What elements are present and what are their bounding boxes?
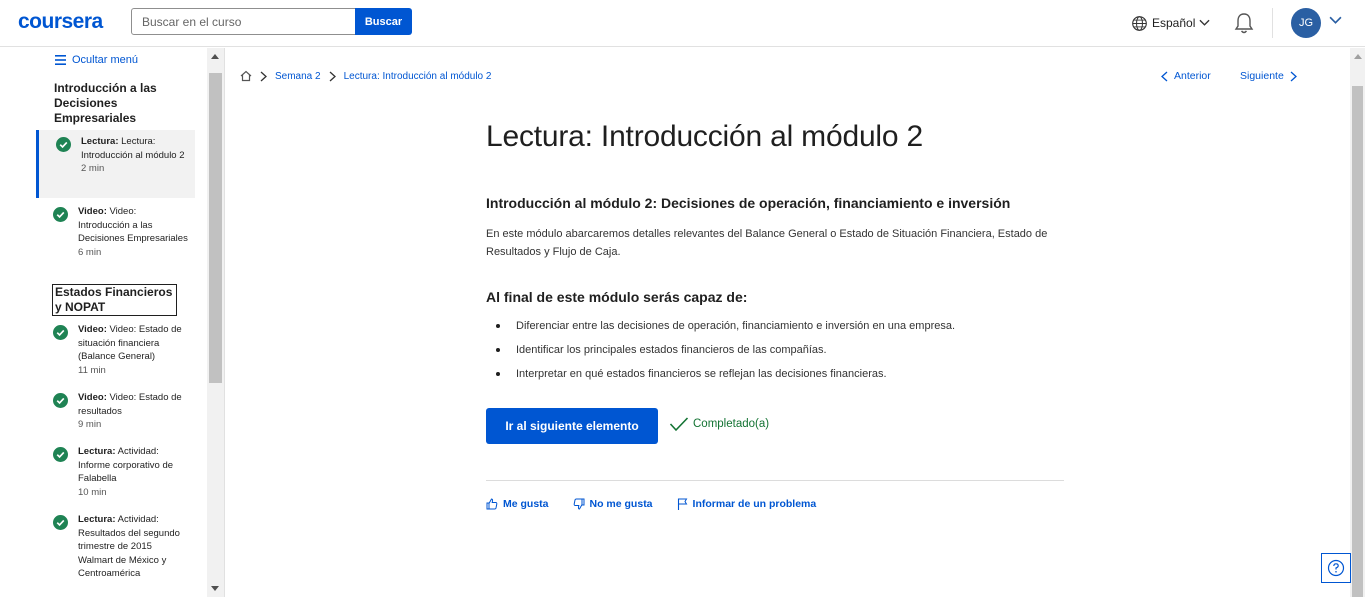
sidebar-item-actividad-walmart[interactable]: Lectura: Actividad: Resultados del segun… [36,508,195,597]
avatar-initials: JG [1298,17,1314,29]
sidebar-item-video-resultados[interactable]: Video: Video: Estado de resultados 9 min [36,386,195,438]
report-problem-button[interactable]: Informar de un problema [677,498,817,510]
list-item: Interpretar en qué estados financieros s… [496,366,955,390]
chevron-down-icon[interactable] [1329,16,1342,25]
avatar[interactable]: JG [1291,8,1321,38]
item-type: Lectura: [78,446,116,457]
check-circle-icon [53,207,68,222]
feedback-bar: Me gusta No me gusta Informar de un prob… [486,498,816,510]
page-title: Lectura: Introducción al módulo 2 [486,120,923,153]
bell-icon[interactable] [1233,11,1255,35]
scroll-down-arrow-icon[interactable] [211,586,219,591]
check-circle-icon [56,137,71,152]
reading-subheading: Introducción al módulo 2: Decisiones de … [486,195,1011,211]
completed-status: Completado(a) [669,416,769,432]
section-title: Introducción a las Decisiones Empresaria… [54,81,157,125]
item-type: Video: [78,206,107,217]
item-type: Lectura: [81,136,119,147]
dislike-button[interactable]: No me gusta [573,498,653,510]
dislike-label: No me gusta [589,498,653,510]
thumbs-up-icon [486,498,498,510]
page-scrollbar[interactable] [1350,48,1365,597]
check-circle-icon [53,515,68,530]
hide-menu-button[interactable]: Ocultar menú [55,54,138,66]
item-type: Video: [78,324,107,335]
goals-list: Diferenciar entre las decisiones de oper… [496,318,955,390]
menu-icon [55,55,66,65]
scroll-up-arrow-icon[interactable] [211,54,219,59]
item-duration: 9 min [78,419,102,430]
next-button[interactable]: Siguiente [1240,70,1297,82]
goals-heading: Al final de este módulo serás capaz de: [486,289,748,305]
item-type: Lectura: [78,514,116,525]
hide-menu-label: Ocultar menú [72,54,139,66]
next-label: Siguiente [1240,70,1284,82]
breadcrumb-current[interactable]: Lectura: Introducción al módulo 2 [344,71,492,82]
checkmark-icon [669,417,689,432]
go-to-next-item-button[interactable]: Ir al siguiente elemento [486,408,658,444]
search-input[interactable] [131,8,356,35]
previous-label: Anterior [1174,70,1211,82]
header-divider [1272,8,1273,38]
flag-icon [677,498,687,510]
section-title[interactable]: Estados Financieros y NOPAT [52,284,177,316]
sidebar-scrollbar[interactable] [207,48,224,597]
course-sidebar: Ocultar menú Introducción a las Decision… [0,48,207,597]
item-duration: 10 min [78,486,107,498]
content-divider [486,480,1064,481]
sidebar-item-actividad-falabella[interactable]: Lectura: Actividad: Informe corporativo … [36,440,195,506]
help-button[interactable] [1321,553,1351,583]
coursera-logo[interactable]: coursera [18,10,103,34]
thumbs-down-icon [573,498,585,510]
chevron-right-icon [1290,71,1297,81]
chevron-down-icon [1199,19,1210,26]
report-problem-label: Informar de un problema [692,498,817,510]
item-duration: 6 min [78,246,102,258]
language-selector[interactable]: Español [1131,13,1210,33]
chevron-right-icon [329,71,336,81]
sidebar-item-video-intro[interactable]: Video: Video: Introducción a las Decisio… [36,200,195,276]
chevron-right-icon [260,71,267,81]
reading-paragraph: En este módulo abarcaremos detalles rele… [486,228,1048,258]
language-label: Español [1152,16,1196,30]
globe-icon [1132,15,1147,31]
item-duration: 2 min [81,163,105,174]
page-scroll-thumb[interactable] [1352,86,1363,597]
list-item: Diferenciar entre las decisiones de oper… [496,318,955,342]
sidebar-item-lectura-intro[interactable]: Lectura: Lectura: Introducción al módulo… [36,130,195,198]
top-header: coursera Buscar Español JG [0,0,1365,47]
item-duration: 11 min [78,364,106,376]
scroll-up-arrow-icon[interactable] [1354,54,1362,59]
like-button[interactable]: Me gusta [486,498,549,510]
check-circle-icon [53,447,68,462]
list-item: Identificar los principales estados fina… [496,342,955,366]
completed-label: Completado(a) [693,418,770,430]
sidebar-item-video-balance[interactable]: Video: Video: Estado de situación financ… [36,318,195,384]
like-label: Me gusta [503,498,549,510]
chevron-left-icon [1161,71,1168,81]
check-circle-icon [53,393,68,408]
home-icon[interactable] [240,70,252,82]
breadcrumb-week[interactable]: Semana 2 [275,71,321,82]
previous-button[interactable]: Anterior [1161,70,1211,82]
check-circle-icon [53,325,68,340]
search-button[interactable]: Buscar [355,8,412,35]
sidebar-border [224,48,225,597]
question-circle-icon [1327,559,1345,577]
item-type: Video: [78,392,107,403]
sidebar-scroll-thumb[interactable] [209,73,222,383]
breadcrumb: Semana 2 Lectura: Introducción al módulo… [240,70,491,82]
